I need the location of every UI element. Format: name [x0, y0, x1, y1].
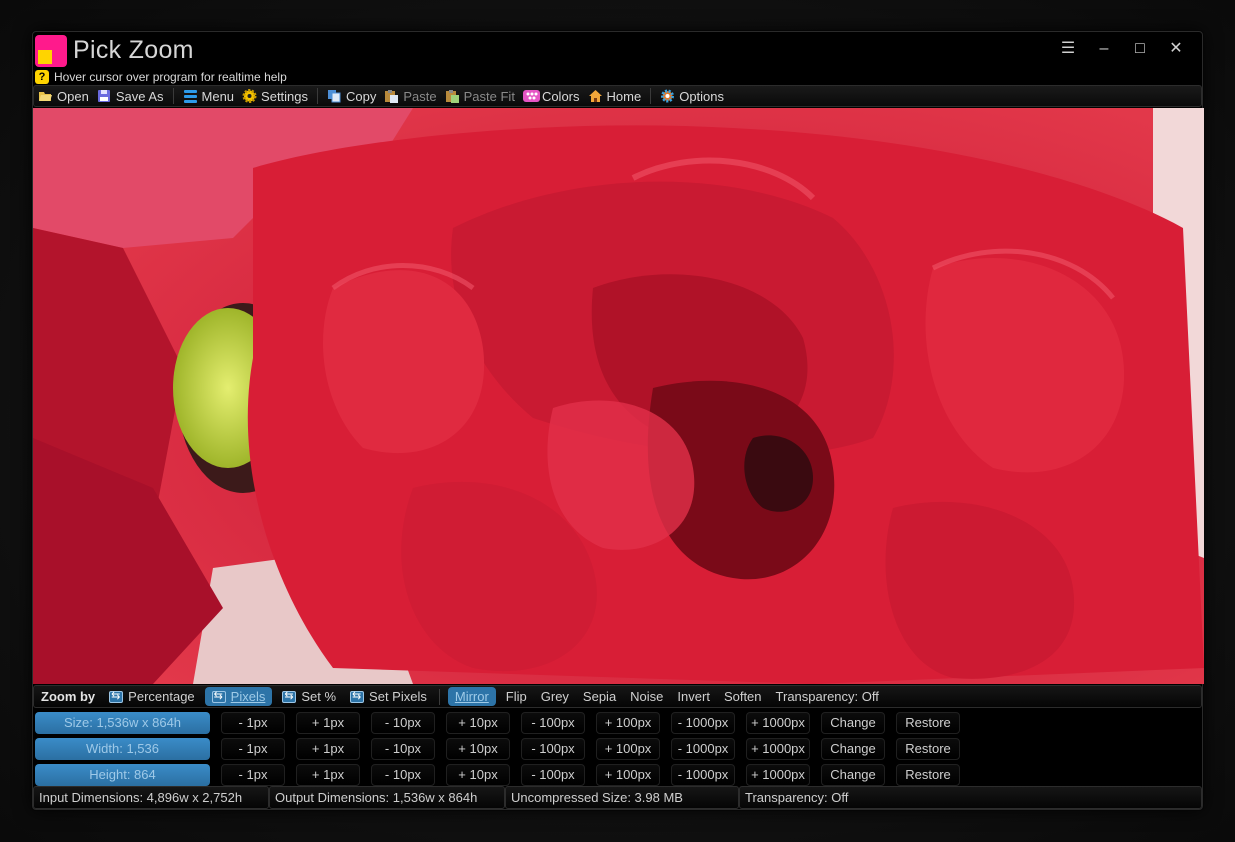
width-plus-100px-button[interactable]: + 100px	[596, 738, 660, 760]
width-plus-10px-button[interactable]: + 10px	[446, 738, 510, 760]
status-bar: Input Dimensions: 4,896w x 2,752h Output…	[33, 786, 1202, 809]
close-button[interactable]: ✕	[1158, 38, 1194, 60]
width-change-button[interactable]: Change	[821, 738, 885, 760]
minimize-button[interactable]: –	[1086, 38, 1122, 60]
height-minus-1000px-button[interactable]: - 1000px	[671, 764, 735, 786]
swap-icon	[350, 689, 365, 703]
menu-button[interactable]: Menu	[179, 86, 239, 106]
size-minus-1000px-button[interactable]: - 1000px	[671, 712, 735, 734]
colors-button[interactable]: Colors	[519, 86, 584, 106]
clipboard-fit-icon	[445, 89, 460, 103]
height-plus-10px-button[interactable]: + 10px	[446, 764, 510, 786]
paste-button[interactable]: Paste	[380, 86, 440, 106]
transparency-toggle[interactable]: Transparency: Off	[769, 687, 886, 706]
image-viewport[interactable]	[33, 108, 1204, 684]
save-as-button[interactable]: Save As	[93, 86, 168, 106]
help-icon: ?	[35, 70, 49, 84]
noise-toggle[interactable]: Noise	[623, 687, 670, 706]
height-row: Height: 864 - 1px + 1px - 10px + 10px - …	[33, 762, 1202, 788]
swap-icon	[211, 689, 226, 703]
height-minus-10px-button[interactable]: - 10px	[371, 764, 435, 786]
sepia-toggle[interactable]: Sepia	[576, 687, 623, 706]
size-minus-100px-button[interactable]: - 100px	[521, 712, 585, 734]
input-dimensions-status: Input Dimensions: 4,896w x 2,752h	[33, 786, 269, 809]
rose-photo	[33, 108, 1204, 684]
window-title: Pick Zoom	[73, 36, 194, 64]
size-plus-1px-button[interactable]: + 1px	[296, 712, 360, 734]
zoom-by-label: Zoom by	[41, 689, 96, 704]
size-plus-1000px-button[interactable]: + 1000px	[746, 712, 810, 734]
help-text: Hover cursor over program for realtime h…	[54, 70, 287, 84]
options-button[interactable]: Options	[656, 86, 728, 106]
size-row: Size: 1,536w x 864h - 1px + 1px - 10px +…	[33, 710, 1202, 736]
output-dimensions-status: Output Dimensions: 1,536w x 864h	[269, 786, 505, 809]
options-gear-icon	[660, 89, 675, 103]
grey-toggle[interactable]: Grey	[534, 687, 576, 706]
window-menu-button[interactable]: ☰	[1050, 38, 1086, 60]
open-button[interactable]: Open	[34, 86, 93, 106]
size-minus-1px-button[interactable]: - 1px	[221, 712, 285, 734]
swap-icon	[109, 689, 124, 703]
title-bar: Pick Zoom ☰ – □ ✕	[33, 32, 1202, 68]
width-plus-1px-button[interactable]: + 1px	[296, 738, 360, 760]
dimension-rows: Size: 1,536w x 864h - 1px + 1px - 10px +…	[33, 710, 1202, 788]
size-plus-10px-button[interactable]: + 10px	[446, 712, 510, 734]
height-change-button[interactable]: Change	[821, 764, 885, 786]
gear-icon	[242, 89, 257, 103]
help-hint: ? Hover cursor over program for realtime…	[35, 69, 287, 85]
width-minus-10px-button[interactable]: - 10px	[371, 738, 435, 760]
height-minus-1px-button[interactable]: - 1px	[221, 764, 285, 786]
height-restore-button[interactable]: Restore	[896, 764, 960, 786]
height-minus-100px-button[interactable]: - 100px	[521, 764, 585, 786]
size-change-button[interactable]: Change	[821, 712, 885, 734]
height-plus-1px-button[interactable]: + 1px	[296, 764, 360, 786]
width-plus-1000px-button[interactable]: + 1000px	[746, 738, 810, 760]
transparency-status: Transparency: Off	[739, 786, 1202, 809]
flip-toggle[interactable]: Flip	[499, 687, 534, 706]
width-minus-1px-button[interactable]: - 1px	[221, 738, 285, 760]
width-restore-button[interactable]: Restore	[896, 738, 960, 760]
settings-button[interactable]: Settings	[238, 86, 312, 106]
width-minus-1000px-button[interactable]: - 1000px	[671, 738, 735, 760]
zoom-pixels-option[interactable]: Pixels	[204, 687, 273, 706]
floppy-disk-icon	[97, 89, 112, 103]
copy-button[interactable]: Copy	[323, 86, 380, 106]
maximize-button[interactable]: □	[1122, 38, 1158, 60]
width-minus-100px-button[interactable]: - 100px	[521, 738, 585, 760]
set-percent-button[interactable]: Set %	[275, 687, 343, 706]
home-button[interactable]: Home	[584, 86, 646, 106]
home-icon	[588, 89, 603, 103]
width-row: Width: 1,536 - 1px + 1px - 10px + 10px -…	[33, 736, 1202, 762]
uncompressed-size-status: Uncompressed Size: 3.98 MB	[505, 786, 739, 809]
size-label: Size: 1,536w x 864h	[35, 712, 210, 734]
width-label: Width: 1,536	[35, 738, 210, 760]
copy-icon	[327, 89, 342, 103]
menu-lines-icon	[183, 89, 198, 103]
set-pixels-button[interactable]: Set Pixels	[343, 687, 434, 706]
zoom-bar: Zoom by Percentage Pixels Set % Set Pixe…	[33, 685, 1202, 708]
paste-fit-button[interactable]: Paste Fit	[441, 86, 519, 106]
size-plus-100px-button[interactable]: + 100px	[596, 712, 660, 734]
clipboard-icon	[384, 89, 399, 103]
app-logo	[35, 35, 67, 67]
zoom-percentage-option[interactable]: Percentage	[102, 687, 202, 706]
palette-icon	[522, 89, 540, 103]
mirror-toggle[interactable]: Mirror	[447, 687, 496, 706]
toolbar: Open Save As Menu Settings Copy Paste Pa…	[33, 85, 1202, 107]
size-restore-button[interactable]: Restore	[896, 712, 960, 734]
height-label: Height: 864	[35, 764, 210, 786]
height-plus-1000px-button[interactable]: + 1000px	[746, 764, 810, 786]
soften-toggle[interactable]: Soften	[717, 687, 769, 706]
swap-icon	[282, 689, 297, 703]
size-minus-10px-button[interactable]: - 10px	[371, 712, 435, 734]
app-window: Pick Zoom ☰ – □ ✕ ? Hover cursor over pr…	[32, 31, 1204, 810]
invert-toggle[interactable]: Invert	[670, 687, 717, 706]
height-plus-100px-button[interactable]: + 100px	[596, 764, 660, 786]
folder-open-icon	[38, 89, 53, 103]
